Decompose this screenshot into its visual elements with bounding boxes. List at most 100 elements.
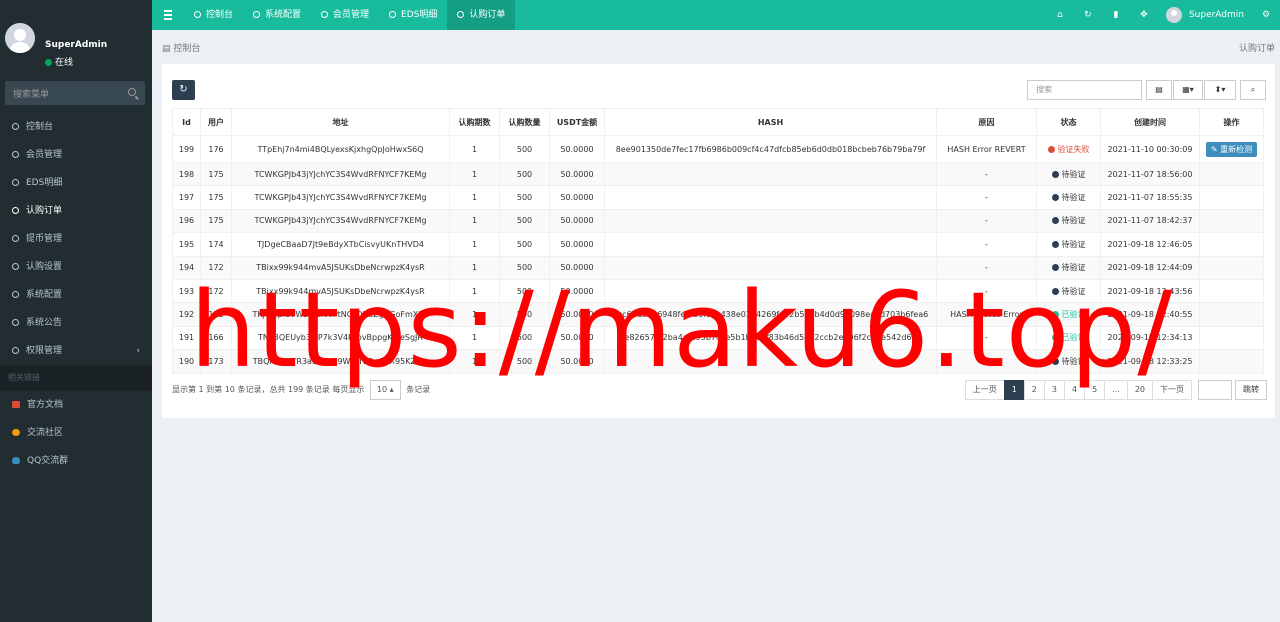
sidebar-link-label: 官方文档 bbox=[27, 400, 64, 410]
cell-usdt: 50.0000 bbox=[549, 161, 605, 187]
chevron-left-icon: ‹ bbox=[136, 346, 140, 356]
menu-toggle-icon[interactable] bbox=[152, 0, 184, 30]
sidebar-item-withdraw[interactable]: 提币管理 bbox=[0, 225, 152, 253]
cell-user: 175 bbox=[200, 161, 232, 187]
advanced-search-button[interactable]: ⌕ bbox=[1240, 80, 1266, 100]
sidebar-link-docs[interactable]: 官方文档 bbox=[0, 391, 152, 419]
menu-search-input[interactable]: 搜索菜单 bbox=[5, 81, 145, 105]
cell-hash: 8ee901350de7fec17fb6986b009cf4c47dfcb85e… bbox=[604, 135, 937, 163]
sidebar-item-label: 系统配置 bbox=[26, 290, 63, 300]
column-header[interactable]: 原因 bbox=[936, 108, 1037, 136]
cell-created: 2021-11-07 18:55:35 bbox=[1100, 185, 1200, 210]
circle-icon bbox=[253, 11, 261, 18]
sidebar-link-qq[interactable]: QQ交流群 bbox=[0, 447, 152, 475]
status-dot-icon bbox=[1051, 217, 1059, 225]
sidebar-link-community[interactable]: 交流社区 bbox=[0, 419, 152, 447]
cell-period: 1 bbox=[449, 232, 500, 257]
table-row[interactable]: 195 174 TJDgeCBaaD7Jt9eBdyXTbCisvyUKnTHVD4… bbox=[172, 232, 1264, 257]
toggle-view-button[interactable]: ▤ bbox=[1146, 80, 1172, 100]
tab-label: 会员管理 bbox=[333, 10, 370, 20]
circle-icon bbox=[194, 11, 201, 18]
cell-quantity: 500 bbox=[499, 185, 550, 210]
column-header[interactable]: 用户 bbox=[200, 108, 232, 136]
online-dot-icon bbox=[45, 59, 52, 66]
navbar-tools: ⌂ ↻ ▮ ✥ SuperAdmin ⚙ bbox=[1046, 0, 1280, 30]
trash-icon[interactable]: ▮ bbox=[1102, 0, 1130, 30]
column-header[interactable]: 状态 bbox=[1036, 108, 1101, 136]
sidebar-link-label: 交流社区 bbox=[27, 428, 64, 438]
columns-button[interactable]: ▦▾ bbox=[1173, 80, 1203, 100]
column-header[interactable]: 认购期数 bbox=[449, 108, 500, 136]
cell-hash bbox=[604, 161, 937, 187]
user-menu[interactable]: SuperAdmin bbox=[1158, 0, 1252, 30]
tab-label: 认购订单 bbox=[469, 10, 506, 20]
refresh-icon[interactable]: ↻ bbox=[1074, 0, 1102, 30]
table-row[interactable]: 196 175 TCWKGPJb43jYJchYC3S4WvdRFNYCF7KEMg… bbox=[172, 208, 1264, 234]
tab-eds[interactable]: EDS明细 bbox=[379, 0, 447, 30]
tab-dashboard[interactable]: 控制台 bbox=[184, 0, 243, 30]
column-header[interactable]: Id bbox=[172, 108, 201, 136]
tab-system-config[interactable]: 系统配置 bbox=[243, 0, 311, 30]
page-jump-button[interactable]: 跳转 bbox=[1235, 380, 1267, 400]
cell-actions bbox=[1199, 208, 1264, 234]
circle-icon bbox=[389, 11, 397, 18]
table-refresh-button[interactable]: ↻ bbox=[172, 80, 195, 100]
cell-id: 199 bbox=[172, 135, 201, 163]
table-row[interactable]: 197 175 TCWKGPJb43jYJchYC3S4WvdRFNYCF7KEMg… bbox=[172, 185, 1264, 210]
sidebar-item-announcements[interactable]: 系统公告 bbox=[0, 309, 152, 337]
column-header[interactable]: 创建时间 bbox=[1100, 108, 1200, 136]
cell-status: 待验证 bbox=[1036, 185, 1101, 210]
sidebar-item-permissions[interactable]: 权限管理 ‹ bbox=[0, 337, 152, 365]
page-jump-input[interactable] bbox=[1198, 380, 1232, 400]
sidebar-item-subscribe-settings[interactable]: 认购设置 bbox=[0, 253, 152, 281]
settings-icon[interactable]: ⚙ bbox=[1252, 0, 1280, 30]
cell-usdt: 50.0000 bbox=[549, 208, 605, 234]
cell-actions: ✎ 重新检测 bbox=[1199, 135, 1264, 163]
search-icon[interactable] bbox=[128, 88, 136, 96]
column-header[interactable]: 操作 bbox=[1199, 108, 1264, 136]
fullscreen-icon[interactable]: ✥ bbox=[1130, 0, 1158, 30]
table-search-input[interactable]: 搜索 bbox=[1027, 80, 1142, 100]
status-dot-icon bbox=[1051, 170, 1059, 178]
cell-period: 1 bbox=[449, 161, 500, 187]
sidebar-item-dashboard[interactable]: 控制台 bbox=[0, 113, 152, 141]
cell-reason: - bbox=[936, 208, 1037, 234]
qq-icon bbox=[12, 457, 20, 464]
cell-reason: - bbox=[936, 161, 1037, 187]
sidebar-item-members[interactable]: 会员管理 bbox=[0, 141, 152, 169]
column-header[interactable]: USDT金额 bbox=[549, 108, 605, 136]
user-name: SuperAdmin bbox=[45, 40, 108, 50]
cell-address: TCWKGPJb43jYJchYC3S4WvdRFNYCF7KEMg bbox=[231, 208, 450, 234]
column-header[interactable]: 地址 bbox=[231, 108, 450, 136]
cell-actions bbox=[1199, 325, 1264, 351]
circle-icon bbox=[321, 11, 329, 18]
circle-icon bbox=[457, 11, 465, 18]
sidebar-item-system-config[interactable]: 系统配置 bbox=[0, 281, 152, 309]
column-header[interactable]: 认购数量 bbox=[499, 108, 550, 136]
home-icon[interactable]: ⌂ bbox=[1046, 0, 1074, 30]
breadcrumb-link[interactable]: 控制台 bbox=[173, 44, 200, 54]
sidebar-item-orders[interactable]: 认购订单 bbox=[0, 197, 152, 225]
cell-created: 2021-09-18 12:46:05 bbox=[1100, 232, 1200, 257]
cell-created: 2021-11-07 18:42:37 bbox=[1100, 208, 1200, 234]
status-badge: 待验证 bbox=[1061, 169, 1086, 179]
circle-icon bbox=[12, 291, 19, 298]
table-row[interactable]: 199 176 TTpEhj7n4mi4BQLyexsKjxhgQpJoHwxS6Q… bbox=[172, 135, 1264, 163]
cell-usdt: 50.0000 bbox=[549, 185, 605, 210]
status-dot-icon bbox=[1047, 145, 1055, 153]
circle-icon bbox=[12, 263, 19, 270]
tab-members[interactable]: 会员管理 bbox=[311, 0, 379, 30]
export-button[interactable]: ⬍▾ bbox=[1204, 80, 1236, 100]
recheck-button[interactable]: ✎ 重新检测 bbox=[1205, 141, 1258, 157]
table-row[interactable]: 198 175 TCWKGPJb43jYJchYC3S4WvdRFNYCF7KEMg… bbox=[172, 161, 1264, 187]
tab-orders[interactable]: 认购订单 bbox=[447, 0, 516, 30]
sidebar-item-eds[interactable]: EDS明细 bbox=[0, 169, 152, 197]
sidebar-link-label: QQ交流群 bbox=[27, 456, 69, 466]
cell-id: 197 bbox=[172, 185, 201, 210]
cell-actions bbox=[1199, 255, 1264, 280]
cell-user: 175 bbox=[200, 185, 232, 210]
column-header[interactable]: HASH bbox=[604, 108, 937, 136]
cell-quantity: 500 bbox=[499, 135, 550, 163]
sidebar: SuperAdmin 在线 搜索菜单 控制台 会员管理 EDS明细 认购订单 提… bbox=[0, 0, 152, 622]
cell-id: 198 bbox=[172, 161, 201, 187]
